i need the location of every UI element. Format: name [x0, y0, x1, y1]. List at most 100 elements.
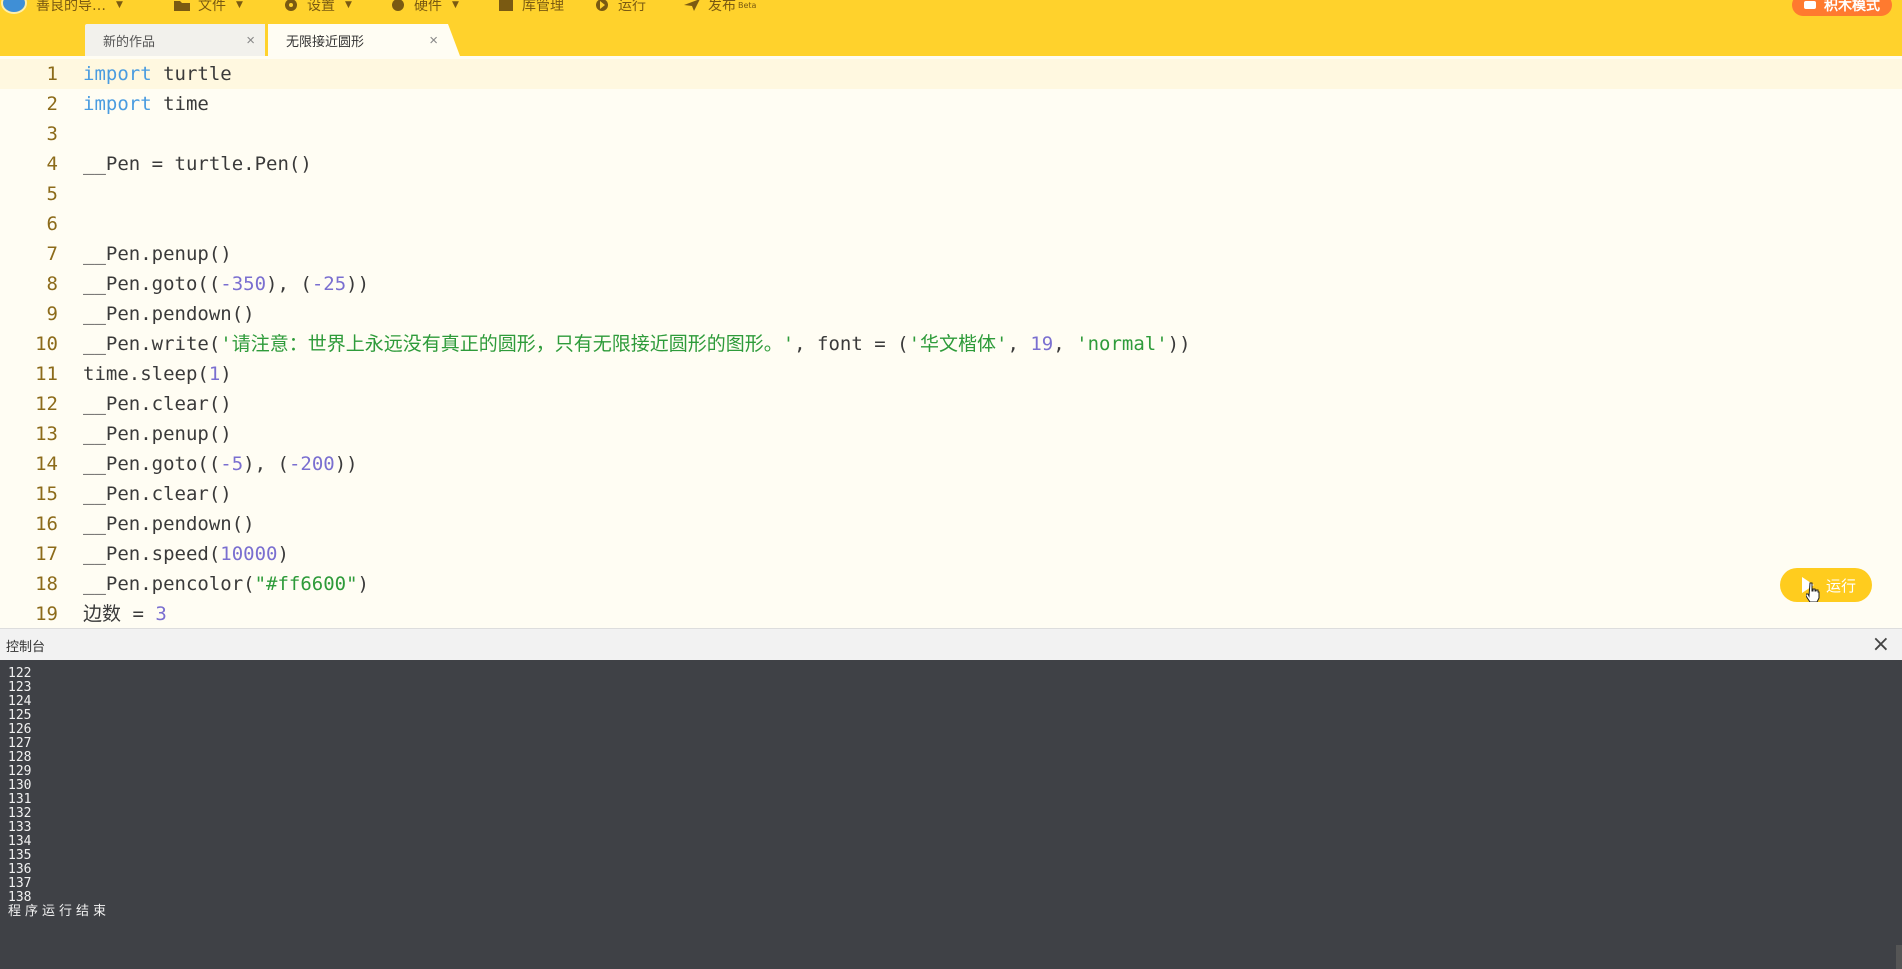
code-line[interactable]: 17 __Pen.speed(10000) — [0, 539, 1902, 569]
code-token: ) — [220, 363, 232, 385]
code-line[interactable]: 18 __Pen.pencolor("#ff6600") — [0, 569, 1902, 599]
code-line[interactable]: 11 time.sleep(1) — [0, 359, 1902, 389]
code-line[interactable]: 9 __Pen.pendown() — [0, 299, 1902, 329]
code-token: "#ff6600" — [254, 573, 358, 595]
line-number: 10 — [35, 333, 58, 355]
code-editor[interactable]: 1 import turtle 2 import time 3 4 __Pen = turt… — [0, 56, 1902, 628]
code-text: __Pen.goto((-350), (-25)) — [83, 269, 369, 299]
close-icon[interactable]: × — [246, 32, 255, 49]
scrollbar-thumb[interactable] — [1896, 945, 1902, 969]
menu-file[interactable]: 文件 ▼ — [174, 0, 243, 14]
code-line[interactable]: 6 — [0, 209, 1902, 239]
console-header: 控制台 × — [0, 628, 1902, 660]
menu-settings[interactable]: 设置 ▼ — [283, 0, 352, 14]
hardware-icon — [390, 0, 406, 11]
menu-hardware[interactable]: 硬件 ▼ — [390, 0, 459, 14]
line-number: 14 — [35, 453, 58, 475]
code-line[interactable]: 14 __Pen.goto((-5), (-200)) — [0, 449, 1902, 479]
gear-icon — [283, 0, 299, 11]
code-line[interactable]: 4 __Pen = turtle.Pen() — [0, 149, 1902, 179]
code-token: 19 — [1030, 333, 1054, 355]
code-line[interactable]: 3 — [0, 119, 1902, 149]
menu-settings-label: 设置 — [307, 0, 335, 14]
code-line[interactable]: 8 __Pen.goto((-350), (-25)) — [0, 269, 1902, 299]
code-token: , — [1007, 333, 1031, 355]
code-text: __Pen.speed(10000) — [83, 539, 289, 569]
code-token: import — [83, 93, 152, 115]
tab-label: 新的作品 — [103, 33, 156, 49]
user-menu[interactable]: 善良的导… ▼ — [36, 0, 123, 14]
menu-publish[interactable]: 发布 Beta — [684, 0, 756, 14]
top-toolbar: 善良的导… ▼ 文件 ▼ 设置 ▼ 硬件 ▼ 库管理 运行 发布 Beta 积木… — [0, 0, 1902, 56]
code-token: __Pen = turtle.Pen() — [83, 153, 312, 175]
code-text: import time — [83, 89, 209, 119]
code-line[interactable]: 12 __Pen.clear() — [0, 389, 1902, 419]
code-line[interactable]: 1 import turtle — [0, 59, 1902, 89]
code-line[interactable]: 15 __Pen.clear() — [0, 479, 1902, 509]
code-token: 'normal' — [1076, 333, 1168, 355]
code-line[interactable]: 10 __Pen.write('请注意：世界上永远没有真正的圆形，只有无限接近圆形… — [0, 329, 1902, 359]
paper-plane-icon — [684, 0, 700, 11]
line-number: 3 — [46, 123, 58, 145]
code-token: __Pen.penup() — [83, 243, 232, 265]
close-icon[interactable]: × — [1872, 632, 1890, 657]
line-number: 7 — [46, 243, 58, 265]
code-line[interactable]: 19 边数 = 3 — [0, 599, 1902, 628]
code-token: '请注意：世界上永远没有真正的圆形，只有无限接近圆形的图形。' — [220, 333, 795, 355]
code-token: __Pen.pendown() — [83, 513, 255, 535]
code-token: 10000 — [220, 543, 278, 565]
code-token: ) — [357, 573, 369, 595]
code-text: __Pen.pendown() — [83, 509, 255, 539]
chevron-down-icon: ▼ — [236, 0, 243, 10]
code-text: import turtle — [83, 59, 232, 89]
code-line[interactable]: 5 — [0, 179, 1902, 209]
code-line[interactable]: 7 __Pen.penup() — [0, 239, 1902, 269]
code-line[interactable]: 13 __Pen.penup() — [0, 419, 1902, 449]
code-token: __Pen.clear() — [83, 483, 232, 505]
code-token: ), ( — [243, 453, 289, 475]
block-mode-button[interactable]: 积木模式 — [1792, 0, 1892, 16]
code-line[interactable]: 2 import time — [0, 89, 1902, 119]
folder-icon — [174, 0, 190, 11]
code-token: time — [151, 93, 209, 115]
menu-run[interactable]: 运行 — [594, 0, 646, 14]
code-token: __Pen.goto(( — [83, 273, 221, 295]
code-token: 1 — [208, 363, 221, 385]
line-number: 2 — [46, 93, 58, 115]
close-icon[interactable]: × — [429, 32, 438, 49]
hand-cursor-icon — [1806, 582, 1820, 602]
chevron-down-icon: ▼ — [116, 0, 123, 10]
menu-library-label: 库管理 — [522, 0, 564, 14]
console-title: 控制台 — [6, 639, 46, 654]
user-menu-label: 善良的导… — [36, 0, 106, 14]
code-line[interactable]: 16 __Pen.pendown() — [0, 509, 1902, 539]
library-icon — [498, 0, 514, 11]
code-text: __Pen.write('请注意：世界上永远没有真正的圆形，只有无限接近圆形的图… — [83, 329, 1191, 359]
code-token: __Pen.goto(( — [83, 453, 221, 475]
block-icon — [1804, 1, 1816, 9]
menu-library[interactable]: 库管理 — [498, 0, 564, 14]
line-number: 16 — [35, 513, 58, 535]
code-text: time.sleep(1) — [83, 359, 232, 389]
line-number: 8 — [46, 273, 58, 295]
code-token: )) — [334, 453, 358, 475]
code-token: -5 — [220, 453, 244, 475]
code-token: ), ( — [266, 273, 312, 295]
code-token: __Pen.speed( — [83, 543, 221, 565]
code-token: -200 — [288, 453, 335, 475]
code-text: __Pen.clear() — [83, 479, 232, 509]
menu-file-label: 文件 — [198, 0, 226, 14]
code-token: 3 — [155, 603, 167, 625]
code-token: __Pen.clear() — [83, 393, 232, 415]
line-number: 12 — [35, 393, 58, 415]
chevron-down-icon: ▼ — [345, 0, 352, 10]
app-logo-icon[interactable] — [1, 0, 27, 14]
code-token: 边数 = — [83, 603, 156, 625]
run-button[interactable]: 运行 — [1780, 568, 1872, 602]
tab-new-project[interactable]: 新的作品 × — [85, 24, 265, 56]
run-button-label: 运行 — [1825, 576, 1856, 595]
tab-infinite-circle[interactable]: 无限接近圆形 × — [268, 24, 460, 56]
line-number: 9 — [46, 303, 58, 325]
console-output[interactable]: 122 123 124 125 126 127 128 129 130 131 132 133 134 1… — [0, 660, 1902, 969]
code-token: __Pen.penup() — [83, 423, 232, 445]
